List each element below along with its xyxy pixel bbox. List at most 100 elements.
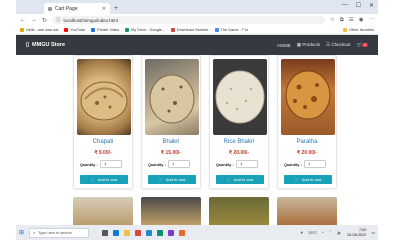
- bookmark-item[interactable]: The Game - T'm: [214, 28, 248, 32]
- bookmark-icon: [20, 28, 24, 32]
- extensions-icon[interactable]: ⧉: [340, 17, 344, 24]
- quantity-input[interactable]: 1: [236, 160, 258, 168]
- quantity-input[interactable]: 1: [100, 160, 122, 168]
- other-favorites[interactable]: Other favorites: [343, 28, 374, 32]
- product-image-paratha: [281, 59, 335, 135]
- store-icon[interactable]: [157, 229, 164, 236]
- edge-icon[interactable]: [113, 229, 120, 236]
- add-to-cart-button[interactable]: 🛒 Add to cart: [148, 175, 196, 184]
- paratha-graphic: [285, 70, 331, 120]
- rice-bhakri-graphic: [215, 70, 265, 124]
- cart-button[interactable]: 🛒 0: [356, 42, 368, 48]
- more-menu-icon[interactable]: ⋯: [369, 17, 375, 24]
- file-explorer-icon[interactable]: [124, 229, 131, 236]
- bookmark-icon: [64, 28, 69, 32]
- minimize-icon[interactable]: —: [342, 2, 348, 9]
- reload-icon[interactable]: ↻: [42, 17, 47, 24]
- tab-title: Cart Page: [55, 5, 78, 12]
- vscode-icon[interactable]: [146, 229, 153, 236]
- product-card: Paratha ₹ 20.00/- Quantity : 1 🛒 Add to c…: [277, 55, 337, 189]
- nav-checkout[interactable]: ☰ Checkout: [326, 42, 350, 48]
- browser-window: Cart Page ✕ + — ☐ ✕ ← → ↻ ⓘ localhost/mi…: [16, 0, 378, 240]
- system-tray: ☀ 29°C ^ ⌔ 🔈 7:00 26-08-2022 ▭: [300, 228, 375, 237]
- favorite-star-icon[interactable]: ☆: [330, 17, 335, 24]
- windows-start-icon[interactable]: ⊞: [19, 229, 24, 236]
- task-view-icon[interactable]: [102, 229, 109, 236]
- network-icon[interactable]: ⌔: [329, 230, 333, 235]
- bookmarks-bar: Hello - use own-sai YouTube Printer Vide…: [16, 26, 378, 35]
- product-image-rice-bhakri: [213, 59, 267, 135]
- quantity-label: Quantity :: [216, 163, 234, 167]
- tab-cart-page[interactable]: Cart Page ✕: [44, 3, 110, 14]
- cart-icon: 🛒: [90, 177, 96, 182]
- product-image-next-row: [277, 197, 337, 227]
- forward-icon[interactable]: →: [31, 17, 37, 23]
- back-icon[interactable]: ←: [20, 17, 26, 23]
- quantity-input[interactable]: 1: [168, 160, 190, 168]
- bookmark-item[interactable]: YouTube: [64, 28, 85, 32]
- url-field[interactable]: ⓘ localhost/mimgu/index.html: [52, 16, 325, 24]
- notifications-icon[interactable]: ▭: [371, 230, 375, 235]
- product-title[interactable]: Bhakri: [142, 139, 200, 145]
- site-navbar: ▯ MMGU Store HOME ▦ Products ☰ Checkout …: [16, 35, 378, 55]
- close-window-icon[interactable]: ✕: [369, 2, 374, 9]
- nav-products[interactable]: ▦ Products: [297, 42, 320, 48]
- bookmark-item[interactable]: Printer Video: [91, 28, 119, 32]
- mobile-icon: ▯: [26, 42, 30, 48]
- product-price: ₹ 9.00/-: [94, 150, 112, 156]
- volume-icon[interactable]: 🔈: [337, 230, 342, 235]
- bookmark-icon: [125, 28, 130, 32]
- info-icon: ⓘ: [56, 17, 61, 22]
- bookmark-item[interactable]: Hello - use own-sai: [20, 28, 58, 32]
- product-card: Bhakri ₹ 15.00/- Quantity : 1 🛒 Add to ca…: [141, 55, 201, 189]
- collections-icon[interactable]: ☰: [349, 17, 354, 24]
- close-tab-icon[interactable]: ✕: [102, 6, 106, 12]
- quantity-input[interactable]: 1: [304, 160, 326, 168]
- taskbar-apps: [102, 229, 186, 236]
- bookmark-item[interactable]: My Drive - Google...: [125, 28, 165, 32]
- tab-strip: Cart Page ✕ + — ☐ ✕: [16, 0, 378, 14]
- profile-icon[interactable]: ◉: [359, 17, 364, 24]
- folder-icon: [343, 28, 348, 32]
- product-price: ₹ 20.00/-: [228, 150, 250, 156]
- product-title[interactable]: Chapati: [74, 139, 132, 145]
- product-title[interactable]: Rice Bhakri: [210, 139, 268, 145]
- bookmark-item[interactable]: Download Youtube: [170, 28, 209, 32]
- maximize-icon[interactable]: ☐: [356, 2, 361, 9]
- page-icon: [48, 6, 52, 11]
- clock[interactable]: 7:00 26-08-2022: [347, 228, 366, 237]
- bhakri-stack-graphic: [149, 74, 195, 124]
- product-image-chapati: [77, 59, 131, 135]
- product-image-next-row: [141, 197, 201, 227]
- add-to-cart-button[interactable]: 🛒 Add to cart: [284, 175, 332, 184]
- weather-icon[interactable]: ☀: [300, 230, 303, 235]
- weather-text: 29°C: [308, 230, 317, 235]
- window-controls: — ☐ ✕: [342, 2, 374, 9]
- product-card: Chapati ₹ 9.00/- Quantity : 1 🛒 Add to ca…: [73, 55, 133, 189]
- quantity-label: Quantity :: [80, 163, 98, 167]
- cart-icon: 🛒: [158, 177, 164, 182]
- taskbar-search-input[interactable]: ⌕ Type here to search: [29, 227, 90, 238]
- product-price: ₹ 20.00/-: [296, 150, 318, 156]
- add-to-cart-button[interactable]: 🛒 Add to cart: [216, 175, 264, 184]
- bookmark-icon: [91, 28, 96, 32]
- brand[interactable]: ▯ MMGU Store: [26, 42, 65, 48]
- brand-name: MMGU Store: [32, 42, 66, 48]
- tray-chevron-icon[interactable]: ^: [322, 231, 324, 235]
- app-icon[interactable]: [168, 229, 175, 236]
- app-icon[interactable]: [179, 229, 186, 236]
- product-grid: Chapati ₹ 9.00/- Quantity : 1 🛒 Add to ca…: [16, 55, 378, 227]
- chrome-icon[interactable]: [135, 229, 142, 236]
- add-to-cart-button[interactable]: 🛒 Add to cart: [80, 175, 128, 184]
- cart-icon: 🛒: [294, 177, 300, 182]
- nav-home[interactable]: HOME: [277, 43, 291, 48]
- product-title[interactable]: Paratha: [278, 139, 336, 145]
- cart-count-badge: 0: [362, 43, 368, 47]
- bookmark-icon: [214, 28, 219, 32]
- product-card: Rice Bhakri ₹ 20.00/- Quantity : 1 🛒 Add …: [209, 55, 269, 189]
- date: 26-08-2022: [346, 232, 367, 237]
- product-price: ₹ 15.00/-: [160, 150, 182, 156]
- search-placeholder: Type here to search: [38, 230, 72, 235]
- new-tab-button[interactable]: +: [114, 3, 118, 14]
- quantity-label: Quantity :: [148, 163, 166, 167]
